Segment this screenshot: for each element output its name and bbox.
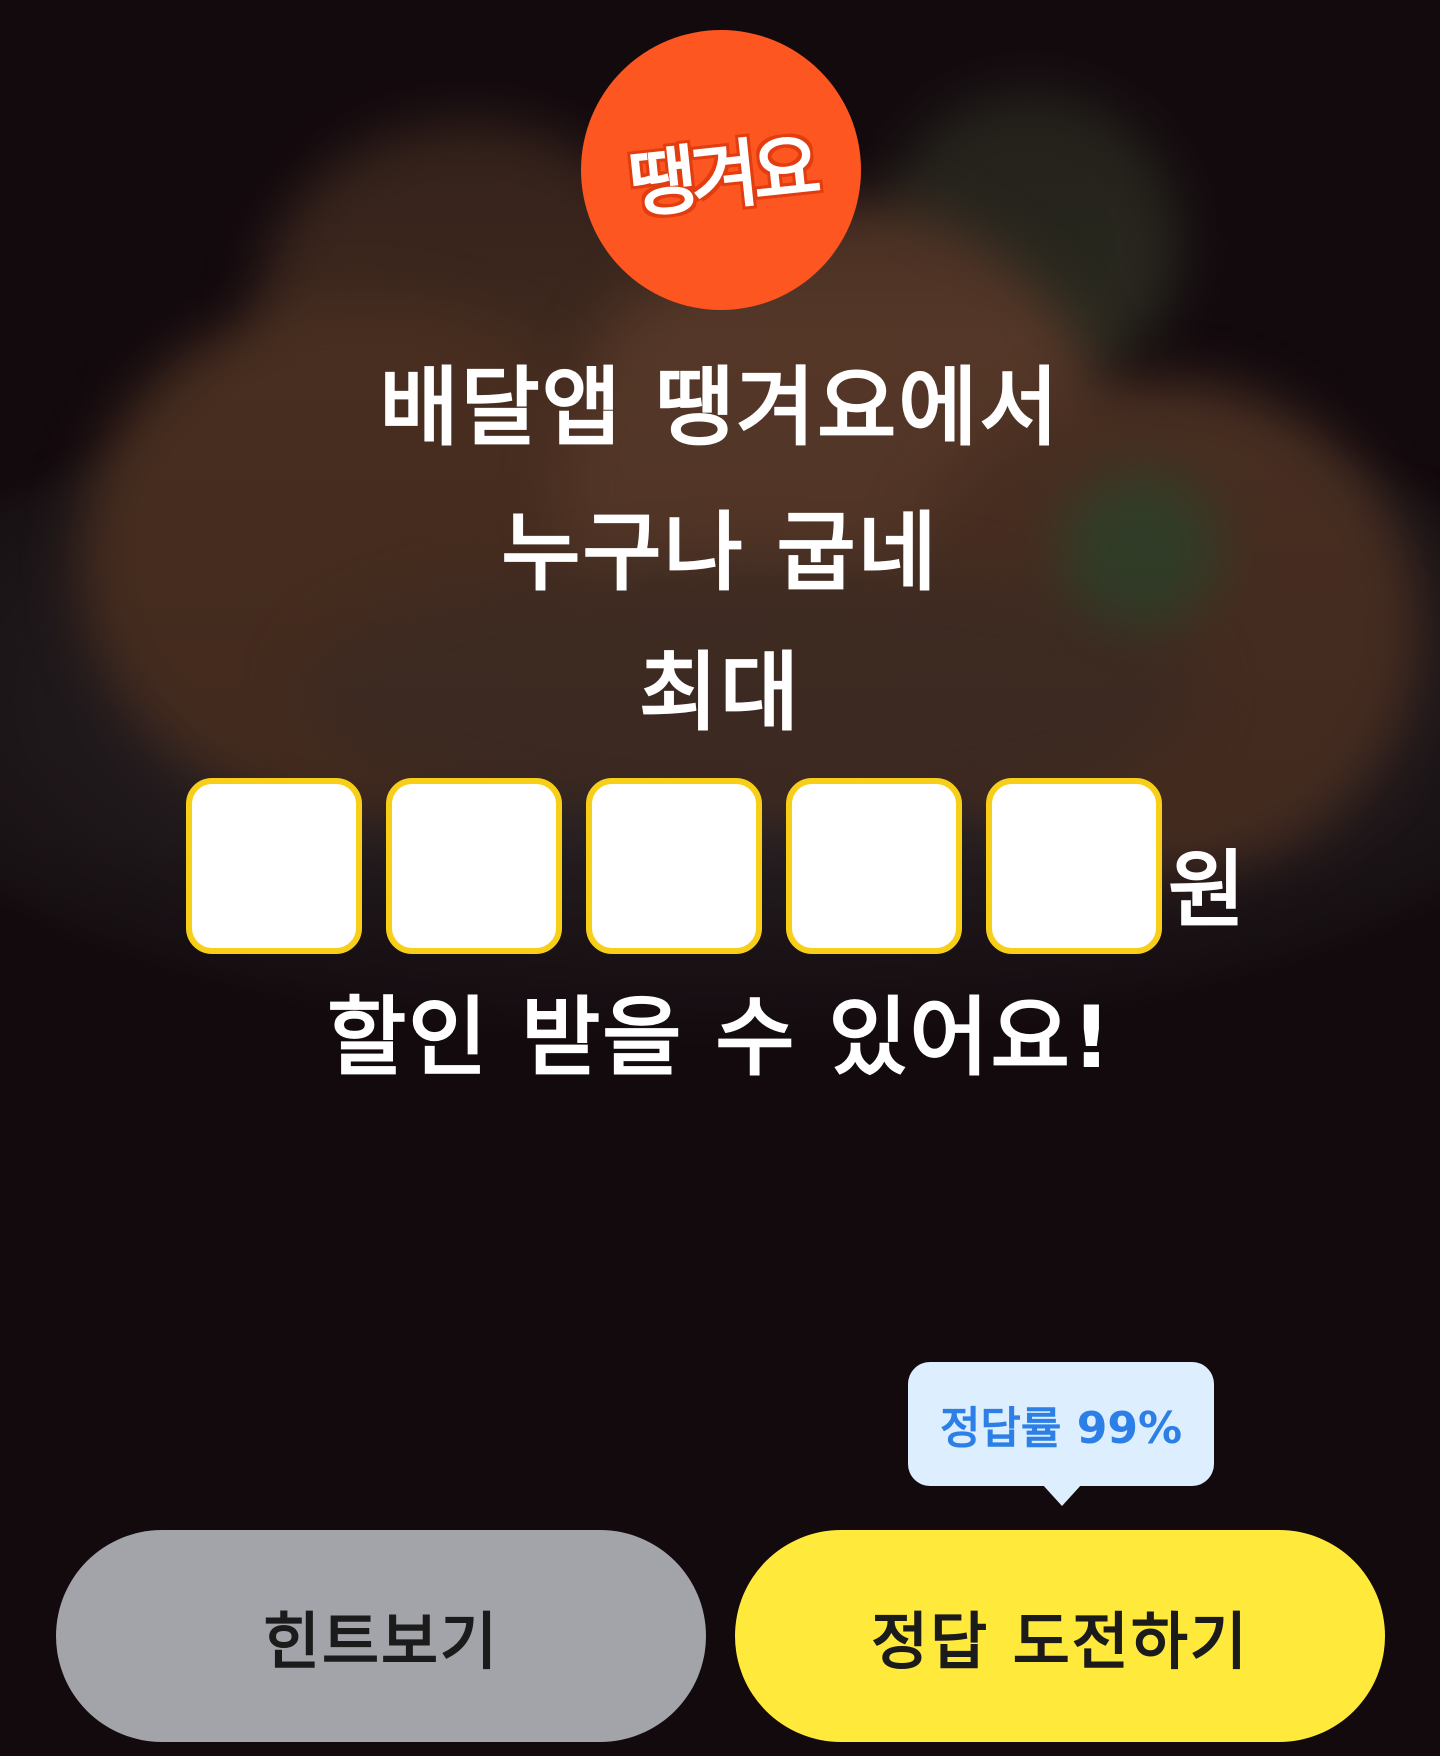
answer-slot-2[interactable] [386,778,562,954]
answer-slot-5[interactable] [986,778,1162,954]
answer-challenge-button[interactable]: 정답 도전하기 [735,1530,1385,1742]
answer-slot-3[interactable] [586,778,762,954]
tooltip-arrow [1042,1484,1082,1506]
brand-logo: 땡겨요 [581,30,861,310]
hint-button[interactable]: 힌트보기 [56,1530,706,1742]
quiz-screen: 땡겨요 배달앱 땡겨요에서 누구나 굽네 최대 원 할인 받을 수 있어요! 정… [0,0,1440,1756]
headline-line-2: 누구나 굽네 [501,503,939,603]
accuracy-tooltip: 정답률 99% [908,1362,1214,1486]
currency-unit: 원 [1168,841,1246,939]
answer-slots[interactable] [186,778,1186,954]
headline-line-5: 할인 받을 수 있어요! [326,988,1113,1088]
brand-logo-text: 땡겨요 [624,123,819,229]
headline-line-3: 최대 [638,643,802,743]
headline-line-1: 배달앱 땡겨요에서 [379,358,1061,458]
answer-slot-4[interactable] [786,778,962,954]
answer-slot-1[interactable] [186,778,362,954]
